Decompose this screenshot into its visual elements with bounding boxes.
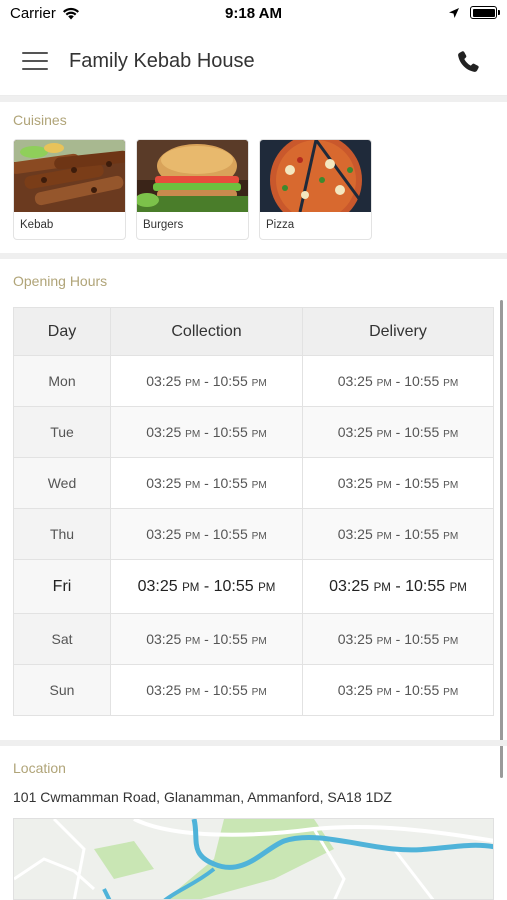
battery-icon	[470, 6, 500, 19]
scrollbar[interactable]	[500, 300, 503, 778]
cuisine-list: Kebab Burgers Pizza	[13, 139, 372, 240]
cuisine-card-kebab[interactable]: Kebab	[13, 139, 126, 240]
table-row: Mon 03:25 PM - 10:55 PM 03:25 PM - 10:55…	[13, 355, 494, 407]
pizza-image	[260, 140, 371, 212]
burger-image	[137, 140, 248, 212]
column-header-delivery: Delivery	[302, 307, 494, 356]
phone-icon[interactable]	[455, 49, 481, 75]
delivery-hours-cell: 03:25 PM - 10:55 PM	[302, 355, 494, 407]
column-header-collection: Collection	[110, 307, 303, 356]
delivery-hours-cell: 03:25 PM - 10:55 PM	[302, 406, 494, 458]
collection-hours-cell: 03:25 PM - 10:55 PM	[110, 613, 303, 665]
collection-hours-cell: 03:25 PM - 10:55 PM	[110, 508, 303, 560]
column-header-day: Day	[13, 307, 111, 356]
opening-hours-table: Day Collection Delivery Mon 03:25 PM - 1…	[13, 307, 494, 716]
location-map[interactable]	[13, 818, 494, 900]
day-cell: Sun	[13, 664, 111, 716]
status-right	[448, 6, 500, 19]
hamburger-menu-icon[interactable]	[22, 52, 48, 72]
delivery-hours-cell: 03:25 PM - 10:55 PM	[302, 508, 494, 560]
section-divider	[0, 96, 507, 102]
cuisines-heading: Cuisines	[13, 112, 67, 128]
map-graphic	[14, 819, 493, 899]
cuisine-card-pizza[interactable]: Pizza	[259, 139, 372, 240]
table-row: Tue 03:25 PM - 10:55 PM 03:25 PM - 10:55…	[13, 406, 494, 458]
collection-hours-cell: 03:25 PM - 10:55 PM	[110, 559, 303, 614]
day-cell: Mon	[13, 355, 111, 407]
section-divider	[0, 253, 507, 259]
collection-hours-cell: 03:25 PM - 10:55 PM	[110, 664, 303, 716]
delivery-hours-cell: 03:25 PM - 10:55 PM	[302, 664, 494, 716]
section-divider	[0, 740, 507, 746]
table-row: Wed 03:25 PM - 10:55 PM 03:25 PM - 10:55…	[13, 457, 494, 509]
location-arrow-icon	[449, 7, 459, 18]
opening-hours-heading: Opening Hours	[13, 273, 108, 289]
day-cell: Thu	[13, 508, 111, 560]
day-cell: Tue	[13, 406, 111, 458]
collection-hours-cell: 03:25 PM - 10:55 PM	[110, 457, 303, 509]
collection-hours-cell: 03:25 PM - 10:55 PM	[110, 355, 303, 407]
delivery-hours-cell: 03:25 PM - 10:55 PM	[302, 457, 494, 509]
day-cell: Sat	[13, 613, 111, 665]
kebab-image	[14, 140, 125, 212]
cuisine-card-burgers[interactable]: Burgers	[136, 139, 249, 240]
table-row: Sun 03:25 PM - 10:55 PM 03:25 PM - 10:55…	[13, 664, 494, 716]
delivery-hours-cell: 03:25 PM - 10:55 PM	[302, 613, 494, 665]
address-text: 101 Cwmamman Road, Glanamman, Ammanford,…	[13, 789, 392, 805]
collection-hours-cell: 03:25 PM - 10:55 PM	[110, 406, 303, 458]
top-nav-bar: Family Kebab House	[0, 28, 507, 96]
cuisine-label: Pizza	[266, 219, 295, 231]
status-time: 9:18 AM	[225, 5, 282, 22]
day-cell: Fri	[13, 559, 111, 614]
delivery-hours-cell: 03:25 PM - 10:55 PM	[302, 559, 494, 614]
day-cell: Wed	[13, 457, 111, 509]
cuisine-label: Kebab	[20, 219, 54, 231]
page-title: Family Kebab House	[69, 50, 255, 72]
table-row: Sat 03:25 PM - 10:55 PM 03:25 PM - 10:55…	[13, 613, 494, 665]
table-row: Thu 03:25 PM - 10:55 PM 03:25 PM - 10:55…	[13, 508, 494, 560]
table-row-today: Fri 03:25 PM - 10:55 PM 03:25 PM - 10:55…	[13, 559, 494, 614]
location-heading: Location	[13, 760, 66, 776]
status-bar: Carrier 9:18 AM	[0, 0, 507, 28]
cuisine-label: Burgers	[143, 219, 184, 231]
